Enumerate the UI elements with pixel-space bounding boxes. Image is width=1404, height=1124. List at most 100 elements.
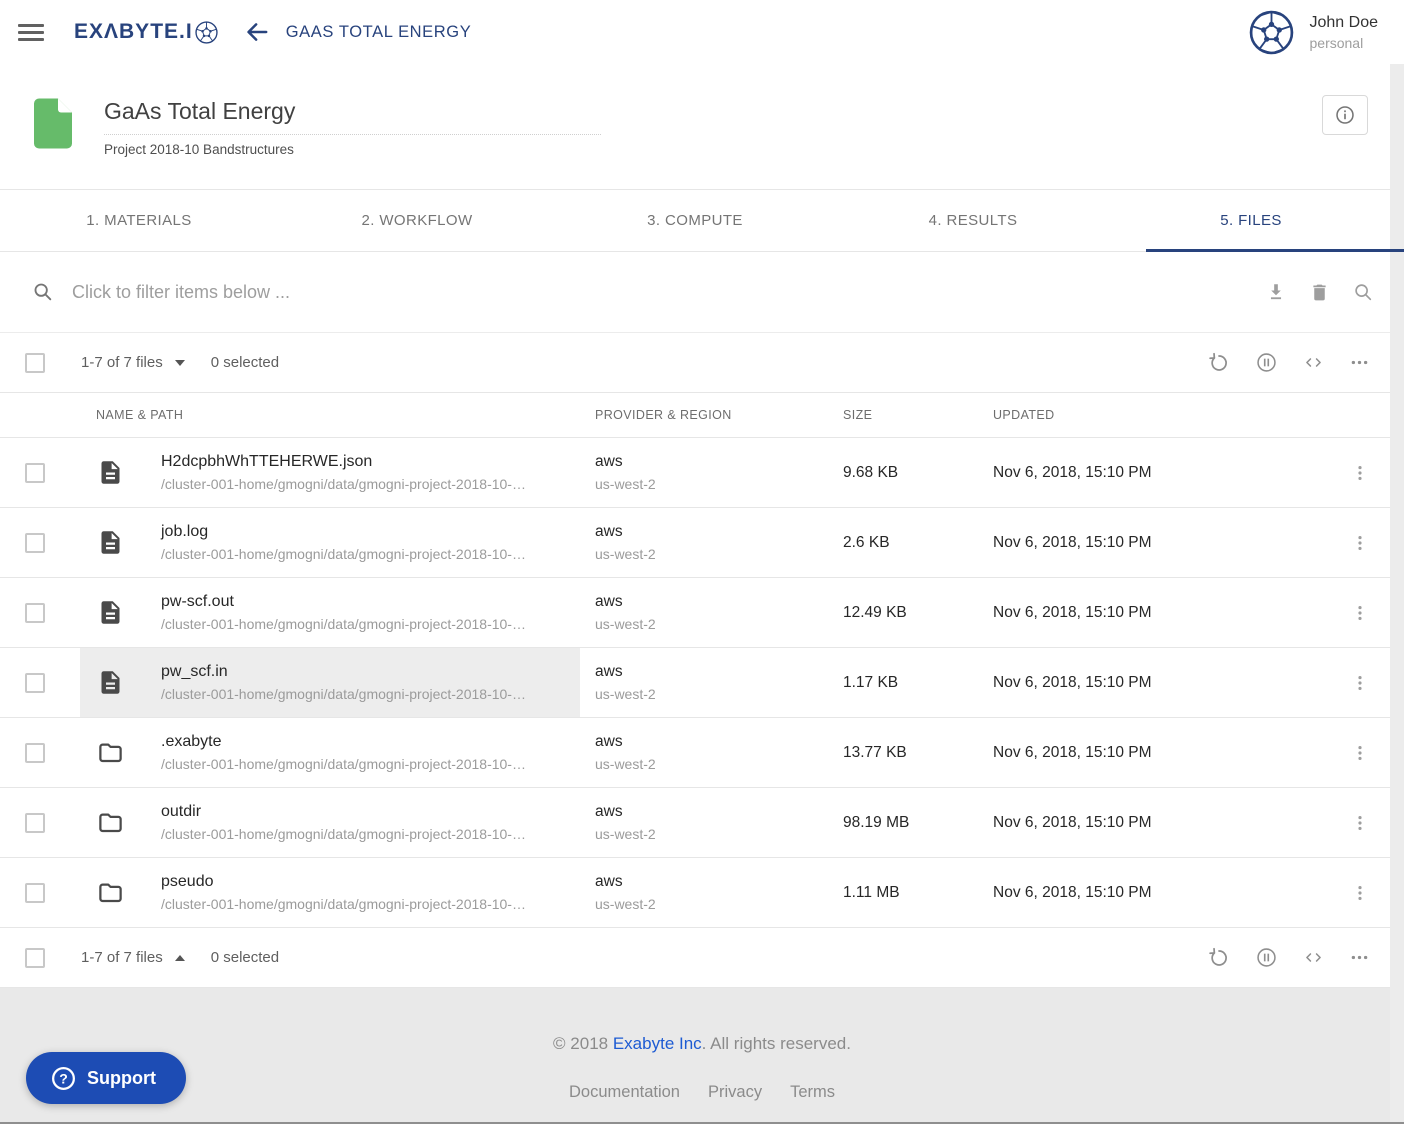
row-menu-icon[interactable] bbox=[1350, 533, 1370, 553]
provider: aws bbox=[595, 803, 830, 821]
row-menu-icon[interactable] bbox=[1350, 813, 1370, 833]
name-cell[interactable]: pw_scf.in /cluster-001-home/gmogni/data/… bbox=[80, 648, 580, 717]
table-row[interactable]: job.log /cluster-001-home/gmogni/data/gm… bbox=[0, 508, 1390, 578]
name-cell[interactable]: pseudo /cluster-001-home/gmogni/data/gmo… bbox=[80, 858, 580, 927]
tab-results[interactable]: 4. RESULTS bbox=[834, 190, 1112, 251]
row-menu-icon[interactable] bbox=[1350, 743, 1370, 763]
range-label: 1-7 of 7 files bbox=[81, 949, 163, 966]
table-row[interactable]: pw_scf.in /cluster-001-home/gmogni/data/… bbox=[0, 648, 1390, 718]
entity-subtitle: Project 2018-10 Bandstructures bbox=[104, 142, 601, 157]
row-checkbox[interactable] bbox=[25, 463, 45, 483]
row-checkbox[interactable] bbox=[25, 533, 45, 553]
file-path: /cluster-001-home/gmogni/data/gmogni-pro… bbox=[161, 826, 526, 842]
filter-input[interactable] bbox=[72, 282, 1265, 303]
filter-search-icon bbox=[32, 281, 54, 303]
delete-button[interactable] bbox=[1309, 282, 1330, 303]
avatar bbox=[1249, 10, 1294, 55]
selected-count: 0 selected bbox=[211, 949, 279, 966]
file-name: job.log bbox=[161, 523, 526, 541]
name-cell[interactable]: outdir /cluster-001-home/gmogni/data/gmo… bbox=[80, 788, 580, 857]
tab-materials[interactable]: 1. MATERIALS bbox=[0, 190, 278, 251]
row-menu-icon[interactable] bbox=[1350, 673, 1370, 693]
tab-compute[interactable]: 3. COMPUTE bbox=[556, 190, 834, 251]
column-provider-region[interactable]: PROVIDER & REGION bbox=[580, 408, 830, 422]
file-name: pw-scf.out bbox=[161, 593, 526, 611]
table-row[interactable]: outdir /cluster-001-home/gmogni/data/gmo… bbox=[0, 788, 1390, 858]
support-button[interactable]: ? Support bbox=[26, 1052, 186, 1104]
region: us-west-2 bbox=[595, 896, 830, 912]
ellipsis-icon bbox=[1349, 947, 1370, 968]
folder-icon bbox=[97, 739, 124, 766]
row-menu-icon[interactable] bbox=[1350, 883, 1370, 903]
company-link[interactable]: Exabyte Inc bbox=[613, 1034, 702, 1053]
column-updated[interactable]: UPDATED bbox=[980, 408, 1330, 422]
region: us-west-2 bbox=[595, 476, 830, 492]
caret-down-icon[interactable] bbox=[175, 360, 185, 366]
region: us-west-2 bbox=[595, 756, 830, 772]
row-checkbox[interactable] bbox=[25, 743, 45, 763]
documentation-link[interactable]: Documentation bbox=[569, 1083, 680, 1102]
pause-button[interactable] bbox=[1255, 946, 1278, 969]
file-rows: H2dcpbhWhTTEHERWE.json /cluster-001-home… bbox=[0, 438, 1404, 928]
column-name-path[interactable]: NAME & PATH bbox=[80, 408, 580, 422]
code-button[interactable] bbox=[1303, 947, 1324, 968]
code-button[interactable] bbox=[1303, 352, 1324, 373]
refresh-button[interactable] bbox=[1208, 947, 1230, 969]
provider: aws bbox=[595, 593, 830, 611]
select-all-checkbox[interactable] bbox=[25, 948, 45, 968]
row-checkbox[interactable] bbox=[25, 603, 45, 623]
tab-workflow[interactable]: 2. WORKFLOW bbox=[278, 190, 556, 251]
provider: aws bbox=[595, 733, 830, 751]
scrollbar[interactable] bbox=[1390, 64, 1404, 1124]
region: us-west-2 bbox=[595, 546, 830, 562]
pause-circle-icon bbox=[1255, 351, 1278, 374]
caret-up-icon[interactable] bbox=[175, 955, 185, 961]
file-path: /cluster-001-home/gmogni/data/gmogni-pro… bbox=[161, 756, 526, 772]
file-size: 98.19 MB bbox=[830, 788, 980, 857]
file-path: /cluster-001-home/gmogni/data/gmogni-pro… bbox=[161, 546, 526, 562]
name-cell[interactable]: H2dcpbhWhTTEHERWE.json /cluster-001-home… bbox=[80, 438, 580, 507]
row-menu-icon[interactable] bbox=[1350, 463, 1370, 483]
download-button[interactable] bbox=[1265, 281, 1287, 303]
select-all-checkbox[interactable] bbox=[25, 353, 45, 373]
row-checkbox[interactable] bbox=[25, 883, 45, 903]
row-checkbox[interactable] bbox=[25, 813, 45, 833]
file-size: 2.6 KB bbox=[830, 508, 980, 577]
file-path: /cluster-001-home/gmogni/data/gmogni-pro… bbox=[161, 616, 526, 632]
refresh-button[interactable] bbox=[1208, 352, 1230, 374]
menu-icon[interactable] bbox=[18, 20, 44, 45]
more-button[interactable] bbox=[1349, 947, 1370, 968]
row-menu-icon[interactable] bbox=[1350, 603, 1370, 623]
privacy-link[interactable]: Privacy bbox=[708, 1083, 762, 1102]
file-icon bbox=[97, 529, 124, 556]
pause-button[interactable] bbox=[1255, 351, 1278, 374]
name-cell[interactable]: job.log /cluster-001-home/gmogni/data/gm… bbox=[80, 508, 580, 577]
terms-link[interactable]: Terms bbox=[790, 1083, 835, 1102]
app-window: EXΛBYTE.I GAAS TOTAL ENERGY bbox=[0, 0, 1404, 1124]
back-arrow-icon[interactable] bbox=[244, 19, 270, 45]
copyright-suffix: . All rights reserved. bbox=[702, 1034, 851, 1053]
provider: aws bbox=[595, 523, 830, 541]
folder-icon bbox=[97, 809, 124, 836]
file-icon bbox=[97, 669, 124, 696]
provider: aws bbox=[595, 453, 830, 471]
more-button[interactable] bbox=[1349, 352, 1370, 373]
exabyte-logo[interactable]: EXΛBYTE.I bbox=[74, 20, 218, 44]
table-row[interactable]: pw-scf.out /cluster-001-home/gmogni/data… bbox=[0, 578, 1390, 648]
info-button[interactable] bbox=[1322, 95, 1368, 135]
column-size[interactable]: SIZE bbox=[830, 408, 980, 422]
logo-ball-icon bbox=[195, 21, 218, 44]
file-name: outdir bbox=[161, 803, 526, 821]
user-menu[interactable]: John Doe personal bbox=[1249, 10, 1379, 55]
name-cell[interactable]: .exabyte /cluster-001-home/gmogni/data/g… bbox=[80, 718, 580, 787]
updated-date: Nov 6, 2018, 15:10 PM bbox=[980, 508, 1330, 577]
info-icon bbox=[1334, 104, 1356, 126]
table-row[interactable]: .exabyte /cluster-001-home/gmogni/data/g… bbox=[0, 718, 1390, 788]
table-row[interactable]: H2dcpbhWhTTEHERWE.json /cluster-001-home… bbox=[0, 438, 1390, 508]
file-size: 12.49 KB bbox=[830, 578, 980, 647]
name-cell[interactable]: pw-scf.out /cluster-001-home/gmogni/data… bbox=[80, 578, 580, 647]
row-checkbox[interactable] bbox=[25, 673, 45, 693]
table-row[interactable]: pseudo /cluster-001-home/gmogni/data/gmo… bbox=[0, 858, 1390, 928]
tab-files[interactable]: 5. FILES bbox=[1112, 190, 1390, 251]
search-button[interactable] bbox=[1352, 281, 1374, 303]
